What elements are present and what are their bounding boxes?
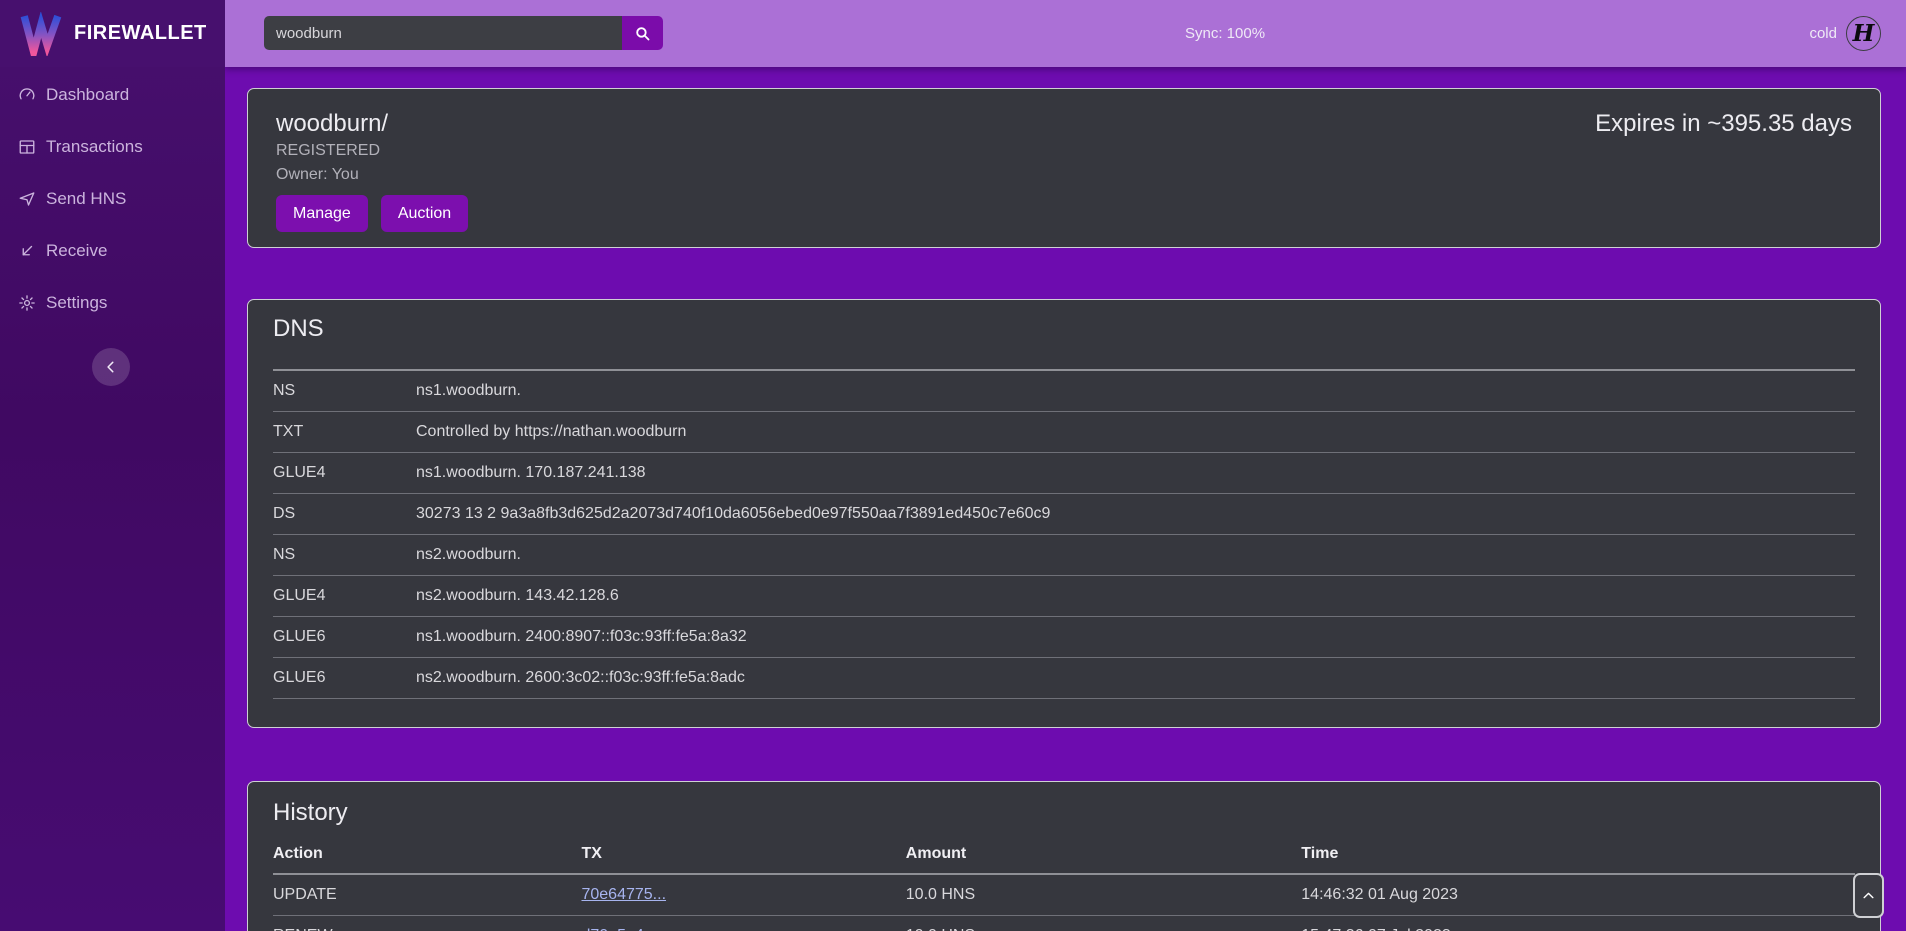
sidebar-item-label: Receive [46, 241, 107, 261]
domain-status: REGISTERED [276, 141, 1852, 161]
brand-header[interactable]: FIREWALLET [0, 0, 225, 67]
dns-record-type: GLUE6 [273, 616, 416, 657]
manage-button[interactable]: Manage [276, 195, 368, 232]
dns-card: DNS NS ns1.woodburn. TXT Controlled by h… [247, 299, 1881, 728]
dns-record-type: DS [273, 493, 416, 534]
dns-record-row: TXT Controlled by https://nathan.woodbur… [273, 411, 1855, 452]
history-amount: 10.0 HNS [906, 915, 1302, 931]
sync-status: Sync: 100% [1185, 0, 1265, 67]
firewallet-logo-icon [20, 12, 62, 56]
scroll-to-top-button[interactable] [1853, 873, 1884, 918]
sidebar-item-dashboard[interactable]: Dashboard [0, 69, 225, 121]
brand-name: FIREWALLET [74, 22, 207, 45]
topbar: Sync: 100% cold H [225, 0, 1906, 67]
dns-record-type: NS [273, 534, 416, 575]
history-row: RENEW d70e5e4... 10.0 HNS 15:47:36 07 Ju… [273, 915, 1855, 931]
history-action: UPDATE [273, 874, 581, 915]
sidebar-item-transactions[interactable]: Transactions [0, 121, 225, 173]
history-table: Action TX Amount Time UPDATE 70e64775...… [273, 834, 1855, 931]
dns-record-value: ns1.woodburn. 170.187.241.138 [416, 452, 1855, 493]
sidebar-item-label: Transactions [46, 137, 143, 157]
domain-expiry: Expires in ~395.35 days [1595, 109, 1852, 139]
dns-record-value: ns2.woodburn. [416, 534, 1855, 575]
history-amount: 10.0 HNS [906, 874, 1302, 915]
history-time: 15:47:36 07 Jul 2023 [1301, 915, 1855, 931]
dns-record-value: 30273 13 2 9a3a8fb3d625d2a2073d740f10da6… [416, 493, 1855, 534]
tx-link[interactable]: d70e5e4... [581, 927, 657, 931]
auction-button[interactable]: Auction [381, 195, 468, 232]
dns-record-value: Controlled by https://nathan.woodburn [416, 411, 1855, 452]
search-button[interactable] [622, 16, 663, 50]
sidebar-item-send-hns[interactable]: Send HNS [0, 173, 225, 225]
tx-link[interactable]: 70e64775... [581, 886, 666, 903]
search-input[interactable] [264, 16, 622, 50]
history-col-action: Action [273, 834, 581, 874]
gauge-icon [18, 86, 36, 104]
history-col-amount: Amount [906, 834, 1302, 874]
wallet-name: cold [1809, 25, 1837, 42]
dns-record-value: ns2.woodburn. 2600:3c02::f03c:93ff:fe5a:… [416, 657, 1855, 698]
domain-title: woodburn/ [276, 109, 388, 139]
domain-card: woodburn/ Expires in ~395.35 days REGIST… [247, 88, 1881, 248]
dns-record-value: ns2.woodburn. 143.42.128.6 [416, 575, 1855, 616]
dns-record-row: DS 30273 13 2 9a3a8fb3d625d2a2073d740f10… [273, 493, 1855, 534]
sidebar: FIREWALLET Dashboard Transactions Send H… [0, 0, 225, 931]
dns-record-value: ns1.woodburn. [416, 370, 1855, 411]
dns-record-row: NS ns1.woodburn. [273, 370, 1855, 411]
history-time: 14:46:32 01 Aug 2023 [1301, 874, 1855, 915]
dns-record-row: NS ns2.woodburn. [273, 534, 1855, 575]
history-header-row: Action TX Amount Time [273, 834, 1855, 874]
dns-record-row: GLUE4 ns1.woodburn. 170.187.241.138 [273, 452, 1855, 493]
dns-record-type: GLUE6 [273, 657, 416, 698]
dns-record-type: GLUE4 [273, 575, 416, 616]
paper-plane-icon [18, 190, 36, 208]
dns-record-type: TXT [273, 411, 416, 452]
table-icon [18, 138, 36, 156]
history-row: UPDATE 70e64775... 10.0 HNS 14:46:32 01 … [273, 874, 1855, 915]
handshake-logo-icon[interactable]: H [1846, 16, 1881, 51]
wallet-selector[interactable]: cold H [1809, 0, 1906, 67]
main-content: woodburn/ Expires in ~395.35 days REGIST… [225, 67, 1906, 931]
dns-table: NS ns1.woodburn. TXT Controlled by https… [273, 369, 1855, 699]
search-icon [634, 25, 651, 42]
sidebar-item-label: Settings [46, 293, 107, 313]
chevron-up-icon [1862, 889, 1875, 902]
dns-card-title: DNS [273, 314, 1855, 344]
sidebar-nav: Dashboard Transactions Send HNS Receive … [0, 67, 225, 329]
sidebar-item-settings[interactable]: Settings [0, 277, 225, 329]
sidebar-collapse-button[interactable] [92, 348, 130, 386]
dns-record-value: ns1.woodburn. 2400:8907::f03c:93ff:fe5a:… [416, 616, 1855, 657]
dns-record-row: GLUE6 ns2.woodburn. 2600:3c02::f03c:93ff… [273, 657, 1855, 698]
search-bar [264, 16, 663, 50]
arrow-down-left-icon [18, 242, 36, 260]
history-action: RENEW [273, 915, 581, 931]
dns-record-type: NS [273, 370, 416, 411]
chevron-left-icon [104, 360, 118, 374]
sidebar-item-label: Send HNS [46, 189, 126, 209]
dns-record-type: GLUE4 [273, 452, 416, 493]
sidebar-item-label: Dashboard [46, 85, 129, 105]
history-card-title: History [273, 798, 1855, 828]
dns-record-row: GLUE4 ns2.woodburn. 143.42.128.6 [273, 575, 1855, 616]
gear-icon [18, 294, 36, 312]
dns-record-row: GLUE6 ns1.woodburn. 2400:8907::f03c:93ff… [273, 616, 1855, 657]
history-card: History Action TX Amount Time UPDATE 70e… [247, 781, 1881, 931]
domain-owner: Owner: You [276, 165, 1852, 185]
history-col-time: Time [1301, 834, 1855, 874]
history-col-tx: TX [581, 834, 905, 874]
sidebar-item-receive[interactable]: Receive [0, 225, 225, 277]
